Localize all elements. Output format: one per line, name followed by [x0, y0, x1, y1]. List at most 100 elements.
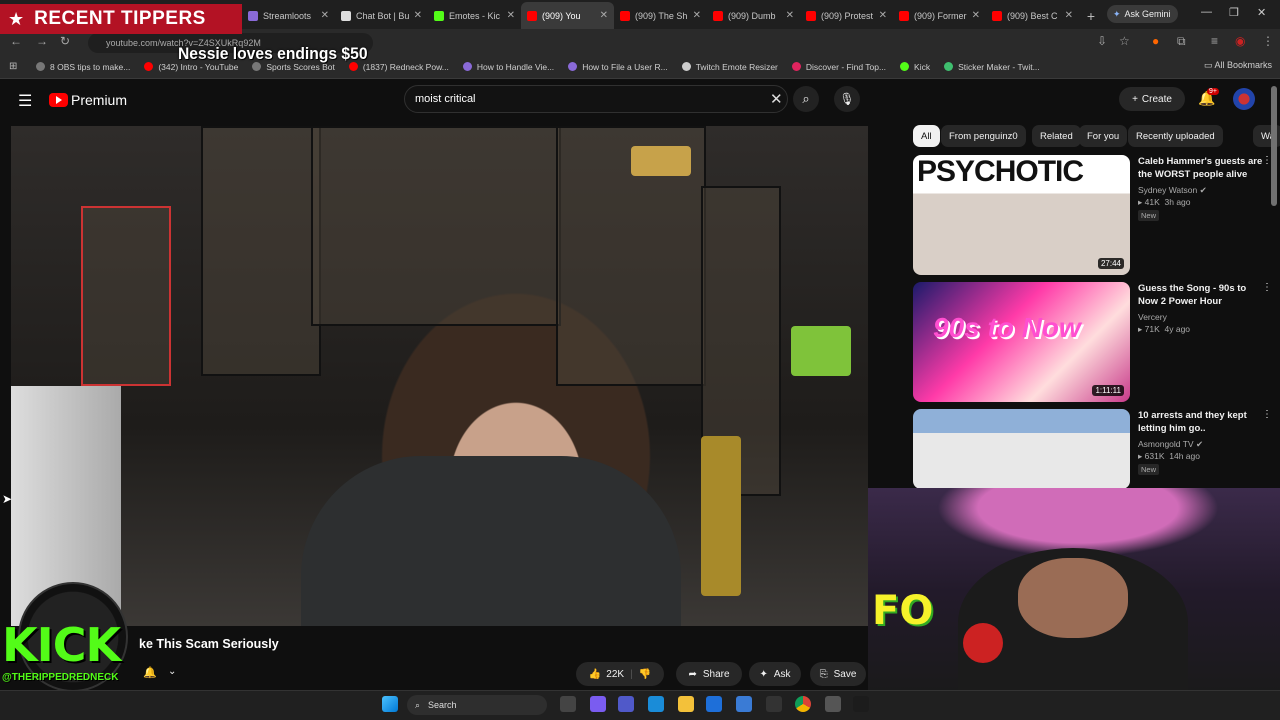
share-label: Share — [702, 668, 730, 680]
chevron-down-icon[interactable]: ⌄ — [168, 666, 176, 677]
maximize-icon[interactable]: ❐ — [1229, 6, 1239, 19]
channel-name: Sydney Watson — [1138, 185, 1198, 195]
scrollbar-thumb[interactable] — [1271, 86, 1277, 206]
chrome-menu-icon[interactable]: ⋮ — [1262, 34, 1274, 48]
create-button[interactable]: + Create — [1119, 87, 1185, 111]
bookmark-item[interactable]: Twitch Emote Resizer — [681, 62, 778, 72]
search-input[interactable]: moist critical — [404, 85, 788, 113]
mail-icon[interactable] — [736, 696, 752, 712]
upload-age: 3h ago — [1164, 197, 1191, 207]
app-icon[interactable] — [853, 696, 869, 712]
edge-icon[interactable] — [648, 696, 664, 712]
ask-gemini-button[interactable]: ✦ Ask Gemini — [1107, 5, 1178, 23]
copilot-icon[interactable] — [590, 696, 606, 712]
browser-tab[interactable]: (909) Dumb ✕ — [707, 2, 800, 29]
hamburger-menu-icon[interactable]: ☰ — [18, 91, 32, 111]
save-button[interactable]: ⎘ Save — [810, 662, 866, 686]
clear-search-icon[interactable]: ✕ — [770, 90, 783, 108]
ask-button[interactable]: ✦ Ask — [749, 662, 801, 686]
search-button[interactable]: ⌕ — [793, 86, 819, 112]
recommendation-title[interactable]: Caleb Hammer's guests are the WORST peop… — [1138, 155, 1268, 181]
close-tab-icon[interactable]: ✕ — [414, 10, 422, 21]
filter-chip[interactable]: All — [913, 125, 940, 147]
app-icon[interactable] — [825, 696, 841, 712]
close-tab-icon[interactable]: ✕ — [972, 10, 980, 21]
browser-tab[interactable]: Chat Bot | Bu ✕ — [335, 2, 428, 29]
browser-tab[interactable]: (909) Former ✕ — [893, 2, 986, 29]
recommendation-title[interactable]: Guess the Song - 90s to Now 2 Power Hour — [1138, 282, 1268, 308]
close-tab-icon[interactable]: ✕ — [786, 10, 794, 21]
close-window-icon[interactable]: ✕ — [1257, 6, 1266, 19]
bookmark-favicon-icon — [568, 62, 578, 71]
task-view-icon[interactable] — [560, 696, 576, 712]
bookmark-item[interactable]: Kick — [900, 62, 930, 72]
windows-start-icon[interactable] — [382, 696, 398, 712]
bookmark-item[interactable]: How to File a User R... — [568, 62, 668, 72]
close-tab-icon[interactable]: ✕ — [1065, 10, 1073, 21]
filter-chip[interactable]: Recently uploaded — [1128, 125, 1223, 147]
forward-icon[interactable]: → — [36, 34, 48, 48]
reload-icon[interactable]: ↻ — [60, 34, 70, 48]
like-button[interactable]: 👍 22K — [589, 669, 624, 680]
subscription-bell-icon[interactable]: 🔔 — [143, 666, 157, 679]
store-icon[interactable] — [706, 696, 722, 712]
close-tab-icon[interactable]: ✕ — [600, 10, 608, 21]
video-player[interactable] — [11, 126, 868, 626]
extension-icon[interactable]: ● — [1152, 34, 1159, 48]
browser-tab[interactable]: Streamloots ✕ — [242, 2, 335, 29]
bookmark-item[interactable]: How to Handle Vie... — [462, 62, 554, 72]
back-icon[interactable]: ← — [10, 34, 22, 48]
close-tab-icon[interactable]: ✕ — [693, 10, 701, 21]
youtube-logo[interactable]: Premium — [49, 92, 127, 108]
more-options-icon[interactable]: ⋮ — [1262, 409, 1272, 420]
file-explorer-icon[interactable] — [678, 696, 694, 712]
recommendation-thumbnail[interactable] — [913, 409, 1130, 489]
bookmark-item[interactable]: 8 OBS tips to make... — [36, 62, 130, 72]
upload-age: 14h ago — [1169, 451, 1200, 461]
taskbar-search[interactable]: ⌕ Search — [407, 695, 547, 715]
teams-icon[interactable] — [618, 696, 634, 712]
browser-tab[interactable]: (909) Protest ✕ — [800, 2, 893, 29]
share-button[interactable]: ➦ Share — [676, 662, 742, 686]
minimize-icon[interactable]: — — [1201, 6, 1212, 18]
close-tab-icon[interactable]: ✕ — [321, 10, 329, 21]
obs-icon[interactable] — [766, 696, 782, 712]
recommendation-channel[interactable]: Asmongold TV ✔ — [1138, 439, 1203, 450]
ask-gemini-label: Ask Gemini — [1124, 9, 1171, 19]
recommendation-channel[interactable]: Sydney Watson ✔ — [1138, 185, 1207, 196]
account-avatar[interactable] — [1233, 88, 1255, 110]
apps-grid-icon[interactable]: ⊞ — [9, 61, 17, 72]
close-tab-icon[interactable]: ✕ — [507, 10, 515, 21]
filter-chip[interactable]: Related — [1032, 125, 1081, 147]
media-icon[interactable]: ≡ — [1211, 34, 1218, 48]
browser-tab[interactable]: (909) Best C ✕ — [986, 2, 1079, 29]
bookmark-item[interactable]: Sticker Maker - Twit... — [944, 62, 1040, 72]
recommendation-thumbnail[interactable]: PSYCHOTIC 27:44 — [913, 155, 1130, 275]
browser-tab[interactable]: (909) The Sh ✕ — [614, 2, 707, 29]
extensions-puzzle-icon[interactable]: ⧉ — [1177, 34, 1186, 49]
more-options-icon[interactable]: ⋮ — [1262, 282, 1272, 293]
profile-icon[interactable]: ◉ — [1235, 34, 1245, 48]
search-icon: ⌕ — [415, 699, 421, 710]
bookmark-label: 8 OBS tips to make... — [50, 61, 131, 72]
all-bookmarks-button[interactable]: ▭ All Bookmarks — [1204, 60, 1272, 71]
bookmark-item[interactable]: Discover - Find Top... — [791, 62, 886, 72]
recommendation-thumbnail[interactable]: 90s to Now 1:11:11 — [913, 282, 1130, 402]
bookmark-favicon-icon — [900, 62, 910, 71]
chrome-icon[interactable] — [795, 696, 811, 712]
tab-label: Chat Bot | Bu — [356, 10, 410, 21]
install-icon[interactable]: ⇩ — [1097, 34, 1107, 48]
close-tab-icon[interactable]: ✕ — [879, 10, 887, 21]
bookmark-star-icon[interactable]: ☆ — [1119, 34, 1130, 48]
youtube-brand-label: Premium — [71, 92, 128, 108]
filter-chip[interactable]: For you — [1079, 125, 1128, 147]
voice-search-button[interactable]: 🎙 — [834, 86, 860, 112]
recommendation-channel[interactable]: Vercery — [1138, 312, 1167, 322]
browser-tab[interactable]: Emotes - Kic ✕ — [428, 2, 521, 29]
new-tab-button[interactable]: + — [1079, 2, 1103, 29]
filter-chip[interactable]: From penguinz0 — [941, 125, 1026, 147]
dislike-button[interactable]: 👎 — [639, 669, 651, 680]
figure — [791, 326, 851, 376]
browser-tab[interactable]: (909) You ✕ — [521, 2, 614, 29]
recommendation-title[interactable]: 10 arrests and they kept letting him go.… — [1138, 409, 1268, 435]
